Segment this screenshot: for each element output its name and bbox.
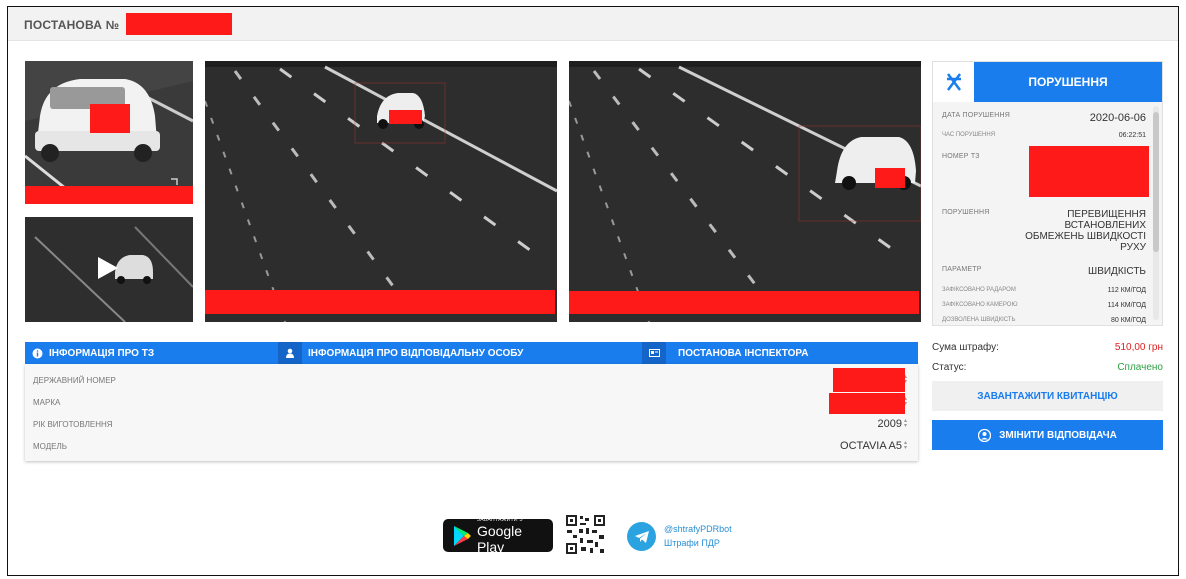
date-label: ДАТА ПОРУШЕННЯ (942, 112, 1011, 119)
tab-vehicle-label: ІНФОРМАЦІЯ ПРО ТЗ (49, 347, 155, 359)
violation-photo-1[interactable] (205, 61, 557, 322)
limit-value: 80 КМ/ГОД (1110, 317, 1146, 324)
person-icon (278, 342, 302, 364)
table-row: РІК ВИГОТОВЛЕННЯ 2009 ▴ ▾ (33, 414, 910, 434)
video-thumbnail[interactable] (25, 217, 193, 322)
tab-responsible-person[interactable]: ІНФОРМАЦІЯ ПРО ВІДПОВІДАЛЬНУ ОСОБУ (278, 342, 642, 364)
redacted-plate-photo-1 (389, 110, 422, 124)
tab-decision-label: ПОСТАНОВА ІНСПЕКТОРА (678, 347, 809, 359)
fine-status-value: Сплачено (1117, 362, 1163, 373)
plate-label: НОМЕР ТЗ (942, 153, 980, 160)
camera-label: ЗАФІКСОВАНО КАМЕРОЮ (942, 302, 1018, 308)
user-circle-icon (978, 428, 992, 442)
table-row: МОДЕЛЬ OCTAVIA A5 ▴ ▾ (33, 436, 910, 456)
telegram-link[interactable]: @shtrafyPDRbot Штрафи ПДР (664, 522, 732, 550)
redacted-caption-photo-2 (569, 291, 919, 314)
year-label: РІК ВИГОТОВЛЕННЯ (33, 419, 113, 429)
violation-photo-2[interactable] (569, 61, 921, 322)
model-value: OCTAVIA A5 (840, 440, 902, 452)
info-tabs: ІНФОРМАЦІЯ ПРО ТЗ ІНФОРМАЦІЯ ПРО ВІДПОВІ… (25, 342, 918, 364)
redacted-caption-closeup (25, 186, 193, 204)
brand-logo-icon (933, 62, 974, 102)
vehicle-info-table: ДЕРЖАВНИЙ НОМЕР ▴ ▾ МАРКА ▴ ▾ РІК ВИГОТОВЛ… (25, 364, 918, 461)
brand-label: МАРКА (33, 397, 61, 407)
radar-value: 112 КМ/ГОД (1107, 287, 1146, 294)
change-respondent-button[interactable]: ЗМІНИТИ ВІДПОВІДАЧА (932, 420, 1163, 450)
spinner-icon[interactable]: ▴ ▾ (904, 418, 910, 429)
redacted-decision-number (126, 13, 232, 35)
redacted-plate-photo-2 (875, 168, 905, 188)
redacted-brand (829, 393, 905, 414)
google-play-icon (453, 525, 471, 546)
time-value: 06:22:51 (1118, 132, 1146, 139)
model-label: МОДЕЛЬ (33, 441, 67, 451)
limit-label: ДОЗВОЛЕНА ШВИДКІСТЬ (942, 317, 1016, 323)
telegram-handle[interactable]: @shtrafyPDRbot (664, 522, 732, 536)
panel-scroll-thumb[interactable] (1153, 112, 1159, 252)
change-respondent-label: ЗМІНИТИ ВІДПОВІДАЧА (999, 429, 1117, 441)
year-value: 2009 (877, 418, 902, 430)
google-play-badge[interactable]: ЗАВАНТАЖИТИ З Google Play (443, 517, 553, 555)
table-row: ДЕРЖАВНИЙ НОМЕР ▴ ▾ (33, 370, 910, 390)
download-receipt-button[interactable]: ЗАВАНТАЖИТИ КВИТАНЦІЮ (932, 381, 1163, 411)
fine-status-label: Статус: (932, 362, 967, 373)
spinner-icon[interactable]: ▴ ▾ (904, 440, 910, 451)
fine-sum-row: Сума штрафу: 510,00 грн (932, 342, 1163, 353)
id-card-icon (642, 342, 666, 364)
play-icon[interactable] (98, 257, 118, 279)
plate-number-label: ДЕРЖАВНИЙ НОМЕР (33, 375, 116, 385)
telegram-icon[interactable] (627, 522, 656, 551)
tab-person-label: ІНФОРМАЦІЯ ПРО ВІДПОВІДАЛЬНУ ОСОБУ (308, 347, 524, 359)
camera-value: 114 КМ/ГОД (1107, 302, 1146, 309)
fine-sum-value: 510,00 грн (1114, 342, 1163, 353)
violation-label: ПОРУШЕННЯ (942, 209, 990, 216)
qr-code (565, 514, 606, 555)
date-value: 2020-06-06 (1089, 112, 1146, 124)
panel-scrollbar[interactable] (1153, 106, 1159, 320)
violation-panel-title: ПОРУШЕННЯ (974, 62, 1162, 102)
telegram-name[interactable]: Штрафи ПДР (664, 536, 732, 550)
info-icon (25, 342, 49, 364)
tab-inspector-decision[interactable]: ПОСТАНОВА ІНСПЕКТОРА (642, 342, 918, 364)
param-value: ШВИДКІСТЬ (1088, 266, 1146, 277)
param-label: ПАРАМЕТР (942, 266, 982, 273)
time-label: ЧАС ПОРУШЕННЯ (942, 132, 996, 138)
gp-big-text: Google Play (476, 522, 523, 555)
page-title: ПОСТАНОВА № (24, 18, 120, 32)
radar-label: ЗАФІКСОВАНО РАДАРОМ (942, 287, 1016, 293)
violation-value: ПЕРЕВИЩЕННЯ ВСТАНОВЛЕНИХ ОБМЕЖЕНЬ ШВИДКО… (1025, 209, 1146, 253)
table-row: МАРКА ▴ ▾ (33, 392, 910, 412)
redacted-plate-closeup (90, 104, 130, 133)
redacted-plate-number (833, 368, 905, 392)
violation-details[interactable]: ДАТА ПОРУШЕННЯ 2020-06-06 ЧАС ПОРУШЕННЯ … (933, 102, 1162, 325)
fine-status-row: Статус: Сплачено (932, 362, 1163, 373)
fine-sum-label: Сума штрафу: (932, 342, 999, 353)
redacted-plate-panel (1029, 146, 1149, 197)
redacted-caption-photo-1 (205, 290, 555, 314)
tab-vehicle-info[interactable]: ІНФОРМАЦІЯ ПРО ТЗ (25, 342, 278, 364)
